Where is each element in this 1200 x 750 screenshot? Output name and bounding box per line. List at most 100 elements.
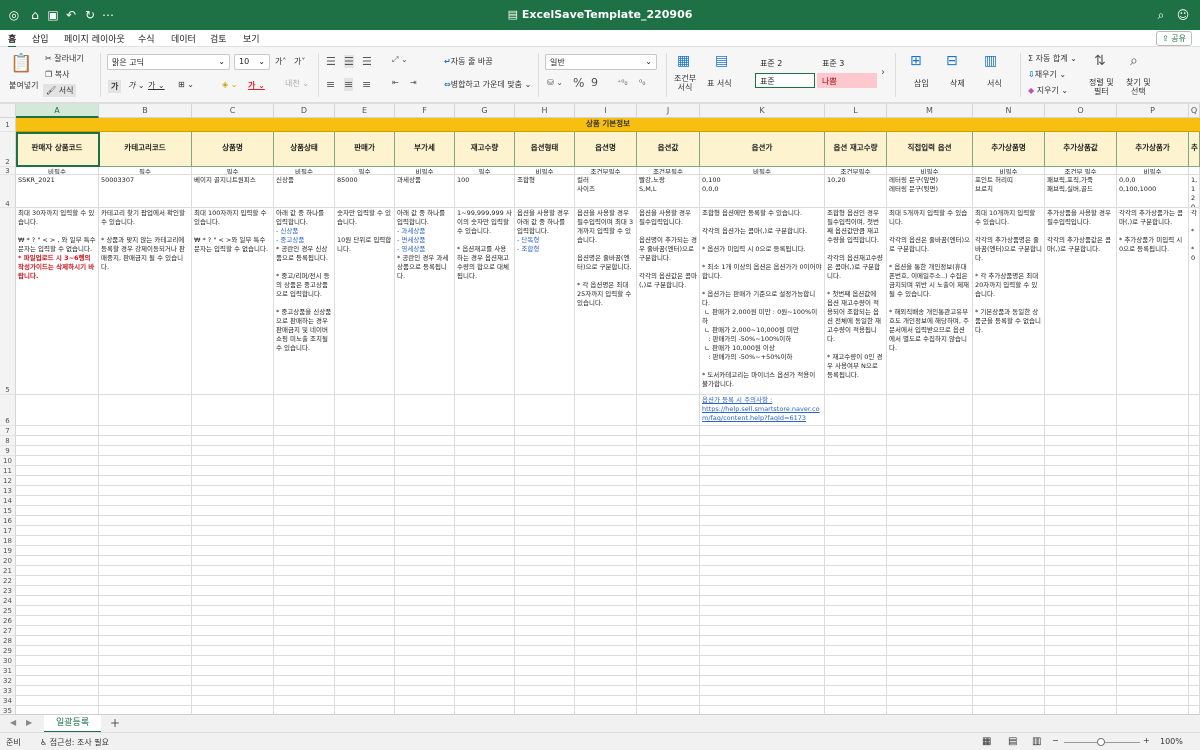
grid-cell[interactable]	[973, 666, 1045, 676]
grid-cell[interactable]	[575, 436, 637, 446]
grid-cell[interactable]	[1117, 395, 1189, 426]
grid-cell[interactable]	[1189, 426, 1200, 436]
grid-cell[interactable]	[335, 395, 395, 426]
grid-cell[interactable]	[455, 456, 515, 466]
requirement-cell[interactable]: 조건부필수	[825, 167, 887, 175]
grid-cell[interactable]	[1117, 706, 1189, 714]
page-break-view-icon[interactable]: ▥	[1032, 736, 1041, 747]
grid-cell[interactable]	[395, 546, 455, 556]
grid-cell[interactable]	[1189, 486, 1200, 496]
grid-cell[interactable]	[1117, 536, 1189, 546]
grid-cell[interactable]	[1189, 436, 1200, 446]
column-header[interactable]: C	[192, 104, 274, 118]
guide-cell[interactable]: 최대 5개까지 입력할 수 있습니다. 각각의 옵션은 줄바꿈(엔터)으로 구분…	[887, 208, 973, 395]
grid-cell[interactable]	[274, 516, 335, 526]
grid-cell[interactable]	[515, 666, 575, 676]
grid-cell[interactable]	[825, 556, 887, 566]
merge-center-button[interactable]: ⇔ 병합하고 가운데 맞춤 ⌄	[444, 79, 531, 90]
grid-cell[interactable]	[515, 436, 575, 446]
grid-cell[interactable]	[455, 606, 515, 616]
grid-cell[interactable]	[455, 476, 515, 486]
requirement-cell[interactable]: 비필수	[1117, 167, 1189, 175]
grid-cell[interactable]	[274, 446, 335, 456]
guide-cell[interactable]: 각 * * 0	[1189, 208, 1200, 395]
delete-button[interactable]: 삭제	[950, 78, 965, 89]
grid-cell[interactable]	[973, 596, 1045, 606]
grid-cell[interactable]	[1045, 566, 1117, 576]
grid-cell[interactable]	[887, 506, 973, 516]
grid-cell[interactable]	[335, 516, 395, 526]
grid-cell[interactable]	[99, 606, 192, 616]
grid-cell[interactable]	[700, 506, 825, 516]
requirement-cell[interactable]: 비필수	[973, 167, 1045, 175]
grid-cell[interactable]	[575, 486, 637, 496]
grid-cell[interactable]	[637, 596, 700, 606]
grid-cell[interactable]	[16, 426, 99, 436]
grid-cell[interactable]	[575, 426, 637, 436]
grid-cell[interactable]	[16, 686, 99, 696]
example-cell[interactable]: 컬러 사이즈	[575, 175, 637, 208]
grid-cell[interactable]	[637, 636, 700, 646]
row-header[interactable]: 27	[0, 626, 16, 636]
grid-cell[interactable]	[575, 636, 637, 646]
grid-cell[interactable]	[274, 646, 335, 656]
grid-cell[interactable]	[274, 676, 335, 686]
grid-cell[interactable]	[1045, 395, 1117, 426]
grid-cell[interactable]	[335, 606, 395, 616]
grid-cell[interactable]	[395, 486, 455, 496]
grid-cell[interactable]	[455, 666, 515, 676]
guide-cell[interactable]: 최대 30자까지 입력할 수 있습니다. ₩ * ? " < > , 와 일부 …	[16, 208, 99, 395]
grid-cell[interactable]	[973, 426, 1045, 436]
spreadsheet-grid[interactable]: A B C D E F G H I J K L M N O P Q 1 2 3 …	[0, 104, 1200, 714]
grid-cell[interactable]	[274, 456, 335, 466]
grid-cell[interactable]	[825, 706, 887, 714]
grid-cell[interactable]	[99, 636, 192, 646]
column-header[interactable]: E	[335, 104, 395, 118]
grid-cell[interactable]	[455, 466, 515, 476]
grid-cell[interactable]	[825, 596, 887, 606]
grid-cell[interactable]	[637, 676, 700, 686]
grid-cell[interactable]	[973, 706, 1045, 714]
grid-cell[interactable]	[335, 596, 395, 606]
grid-cell[interactable]	[1189, 516, 1200, 526]
guide-cell[interactable]: 조합형 옵션인 경우 필수입력이며, 첫번째 옵션값만큼 재고수량을 입력합니다…	[825, 208, 887, 395]
row-header[interactable]: 31	[0, 666, 16, 676]
grid-cell[interactable]	[700, 576, 825, 586]
grid-cell[interactable]	[16, 696, 99, 706]
grid-cell[interactable]	[700, 586, 825, 596]
tab-view[interactable]: 보기	[243, 32, 260, 45]
guide-cell[interactable]: 조합형 옵션에만 등록할 수 있습니다. 각각의 옵션가는 콤마(,)로 구분합…	[700, 208, 825, 395]
grid-cell[interactable]	[515, 686, 575, 696]
grid-cell[interactable]	[700, 656, 825, 666]
grid-cell[interactable]	[455, 556, 515, 566]
grid-cell[interactable]	[274, 526, 335, 536]
grid-cell[interactable]	[700, 606, 825, 616]
grid-cell[interactable]	[887, 556, 973, 566]
grid-cell[interactable]	[455, 596, 515, 606]
grid-cell[interactable]	[825, 546, 887, 556]
account-icon[interactable]: ☺	[1175, 7, 1191, 23]
row-header[interactable]: 2	[0, 132, 16, 167]
grid-cell[interactable]	[1189, 576, 1200, 586]
number-format-select[interactable]: 일반 ⌄	[545, 54, 657, 70]
bold-icon[interactable]: 가	[108, 80, 122, 93]
grid-cell[interactable]	[16, 616, 99, 626]
grid-cell[interactable]	[192, 616, 274, 626]
grid-cell[interactable]	[575, 506, 637, 516]
row-header[interactable]: 1	[0, 118, 16, 132]
grid-cell[interactable]	[700, 626, 825, 636]
grid-cell[interactable]	[1117, 646, 1189, 656]
grid-cell[interactable]	[192, 606, 274, 616]
grid-cell[interactable]	[99, 536, 192, 546]
next-sheet-icon[interactable]: ▶	[26, 718, 32, 727]
grid-cell[interactable]	[637, 496, 700, 506]
grid-cell[interactable]	[274, 586, 335, 596]
align-left-icon[interactable]: ≡	[326, 78, 335, 91]
share-button[interactable]: ⇪ 공유	[1156, 31, 1192, 46]
grid-cell[interactable]	[825, 626, 887, 636]
grid-cell[interactable]	[1117, 486, 1189, 496]
grid-cell[interactable]	[16, 486, 99, 496]
grid-cell[interactable]	[1045, 456, 1117, 466]
insert-button[interactable]: 삽입	[914, 78, 929, 89]
grid-cell[interactable]	[99, 446, 192, 456]
